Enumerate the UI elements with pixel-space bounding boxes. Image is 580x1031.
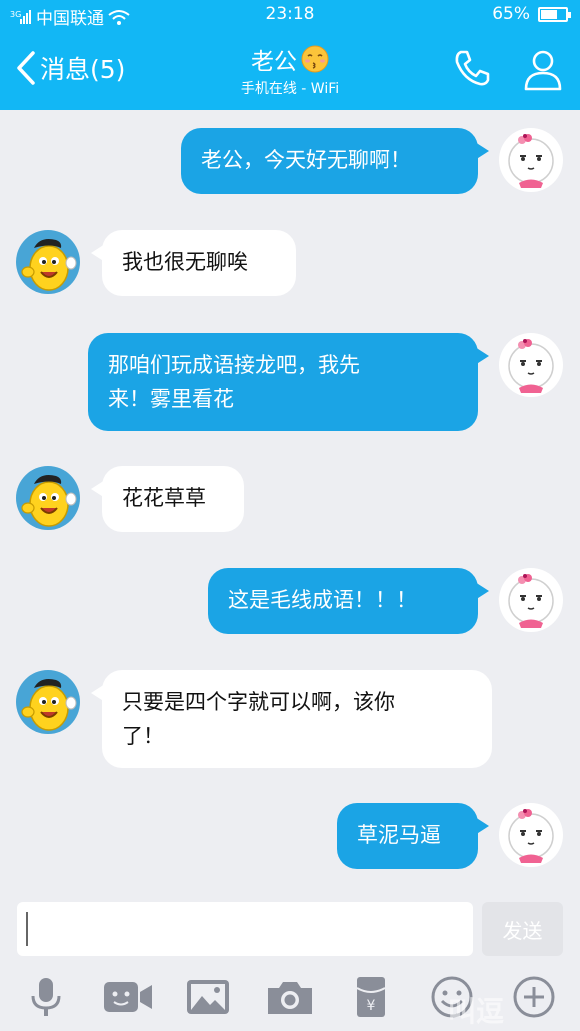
- battery-level: [541, 9, 557, 19]
- message-row-4: 花花草草: [0, 466, 580, 536]
- camera-icon[interactable]: [264, 974, 316, 1020]
- microphone-icon[interactable]: [20, 974, 72, 1020]
- bubble-tail: [475, 347, 489, 365]
- message-text: 老公，今天好无聊啊！: [201, 148, 411, 172]
- image-icon[interactable]: [182, 974, 234, 1020]
- contact-name: 老公: [251, 49, 297, 75]
- input-bar: 发送 ¥ 叫逗: [0, 888, 580, 1031]
- svg-text:¥: ¥: [367, 998, 376, 1014]
- my-avatar[interactable]: [499, 568, 563, 632]
- watermark: 叫逗: [448, 995, 505, 1028]
- message-text: 花花草草: [122, 486, 206, 510]
- send-button[interactable]: 发送: [482, 902, 563, 956]
- message-text: 我也很无聊唉: [122, 250, 248, 274]
- contact-avatar[interactable]: [16, 230, 80, 294]
- message-row-5: 这是毛线成语！！！: [0, 568, 580, 638]
- video-call-icon[interactable]: [102, 974, 154, 1020]
- nav-bar: 消息(5) 老公 手机在线 - WiFi: [0, 36, 580, 106]
- text-cursor: [26, 912, 28, 946]
- message-row-6: 只要是四个字就可以啊，该你 了！: [0, 670, 580, 770]
- chat-title: 老公: [251, 42, 329, 76]
- message-row-2: 我也很无聊唉: [0, 230, 580, 300]
- my-avatar[interactable]: [499, 333, 563, 397]
- message-text-line-2: 了！: [122, 724, 164, 748]
- message-bubble-in[interactable]: 花花草草: [102, 466, 244, 532]
- battery-icon: [538, 6, 571, 22]
- phone-icon[interactable]: [452, 48, 492, 88]
- message-bubble-out[interactable]: 这是毛线成语！！！: [208, 568, 478, 634]
- bubble-tail: [475, 142, 489, 160]
- message-row-7: 草泥马逼: [0, 803, 580, 873]
- message-bubble-out[interactable]: 草泥马逼: [337, 803, 478, 869]
- status-bar: 3G 中国联通 23:18 65%: [0, 0, 580, 30]
- message-bubble-in[interactable]: 只要是四个字就可以啊，该你 了！: [102, 670, 492, 768]
- kiss-emoji-icon: [301, 45, 329, 73]
- contact-avatar[interactable]: [16, 670, 80, 734]
- message-input[interactable]: [17, 902, 473, 956]
- message-text-line-2: 来！雾里看花: [108, 387, 234, 411]
- my-avatar[interactable]: [499, 128, 563, 192]
- message-row-1: 老公，今天好无聊啊！: [0, 128, 580, 198]
- message-bubble-out[interactable]: 老公，今天好无聊啊！: [181, 128, 478, 194]
- message-text: 草泥马逼: [357, 823, 441, 847]
- online-status: 手机在线 - WiFi: [240, 81, 340, 97]
- message-text: 这是毛线成语！！！: [228, 588, 417, 612]
- message-bubble-out[interactable]: 那咱们玩成语接龙吧，我先 来！雾里看花: [88, 333, 478, 431]
- message-text-line-1: 那咱们玩成语接龙吧，我先: [108, 353, 360, 377]
- message-text-line-1: 只要是四个字就可以啊，该你: [122, 690, 395, 714]
- chat-header: 3G 中国联通 23:18 65% 消息(5) 老公 手机在线 - WiFi: [0, 0, 580, 110]
- contact-profile-icon[interactable]: [522, 48, 564, 92]
- bubble-tail: [475, 582, 489, 600]
- contact-avatar[interactable]: [16, 466, 80, 530]
- battery-percent: 65%: [492, 4, 530, 24]
- message-row-3: 那咱们玩成语接龙吧，我先 来！雾里看花: [0, 333, 580, 433]
- bubble-tail: [475, 817, 489, 835]
- message-bubble-in[interactable]: 我也很无聊唉: [102, 230, 296, 296]
- my-avatar[interactable]: [499, 803, 563, 867]
- plus-icon[interactable]: [508, 974, 560, 1020]
- red-packet-icon[interactable]: ¥: [345, 974, 397, 1020]
